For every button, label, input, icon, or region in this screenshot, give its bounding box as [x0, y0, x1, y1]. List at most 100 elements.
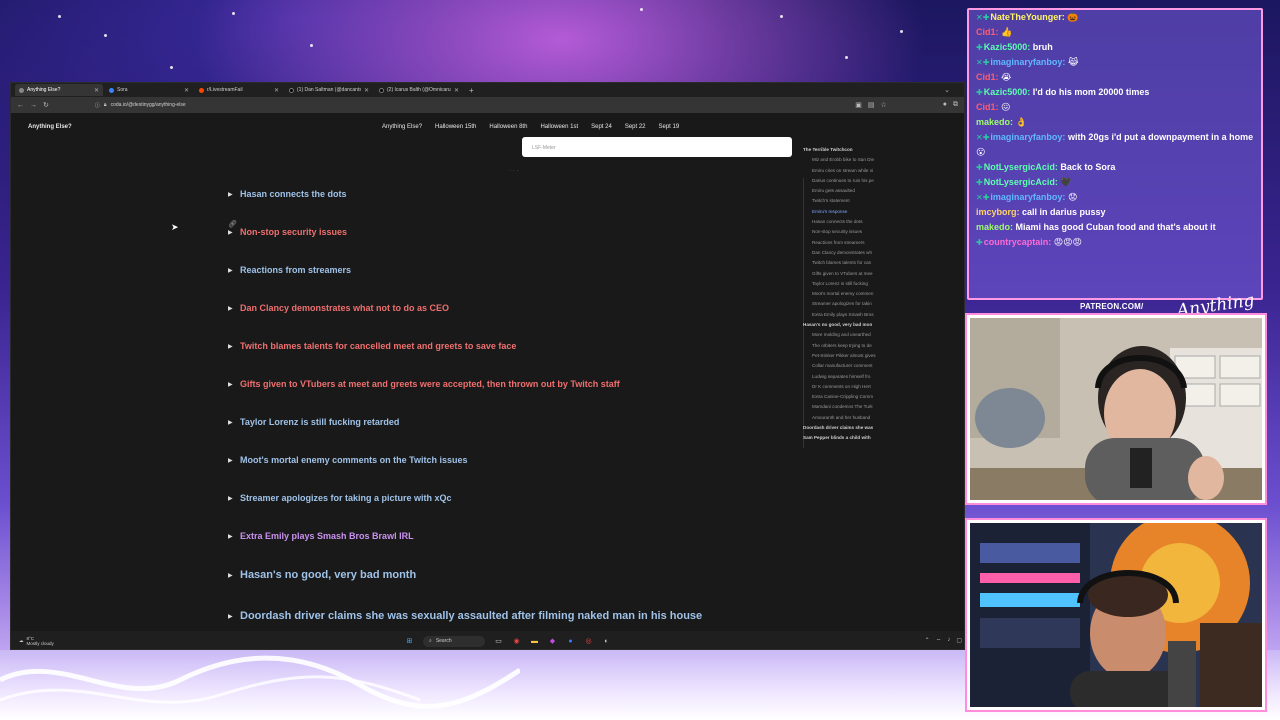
nav-halloween-1st[interactable]: Halloween 1st — [540, 124, 578, 130]
back-arrow-icon[interactable]: ← — [17, 102, 24, 109]
embedded-search-box[interactable]: LSF-Meter — [522, 137, 792, 157]
app-icon[interactable]: ◆ — [548, 637, 557, 646]
nav-halloween-8th[interactable]: Halloween 8th — [489, 124, 527, 130]
forward-arrow-icon[interactable]: → — [30, 102, 37, 109]
collapsible-entry[interactable]: ▶ Moot's mortal enemy comments on the Twi… — [228, 455, 468, 465]
close-icon[interactable]: ✕ — [454, 87, 459, 94]
collapsible-entry[interactable]: ▶ Twitch blames talents for cancelled mee… — [228, 341, 516, 351]
collapsible-entry[interactable]: ▶ Hasan connects the dots — [228, 189, 347, 199]
close-icon[interactable]: ✕ — [94, 87, 99, 94]
chrome-icon[interactable]: ◉ — [512, 637, 521, 646]
tab-livestreamfail[interactable]: r/LivestreamFail ✕ — [195, 84, 283, 96]
toc-item[interactable]: Emiru gets assaulted — [803, 186, 903, 196]
star-icon[interactable]: ☆ — [880, 101, 886, 109]
toc-item[interactable]: Dr K comments on High Hert — [803, 382, 903, 392]
collapsible-entry[interactable]: ▶ Gifts given to VTubers at meet and gree… — [228, 379, 620, 389]
toc-item[interactable]: Dan Clancy demonstrates wh — [803, 248, 903, 258]
entry-title[interactable]: Hasan connects the dots — [240, 189, 347, 199]
toc-item[interactable]: Extra Emily plays Smash Bros — [803, 310, 903, 320]
collapsible-entry[interactable]: ▶ Streamer apologizes for taking a pictur… — [228, 493, 452, 503]
chevron-down-icon[interactable]: ⌄ — [944, 86, 950, 94]
close-icon[interactable]: ✕ — [274, 87, 279, 94]
collapsible-entry[interactable]: ▶ Reactions from streamers — [228, 265, 351, 275]
toc-item[interactable]: Miz and Erobb bike to San Die — [803, 155, 903, 165]
file-explorer-icon[interactable]: ▬ — [530, 637, 539, 646]
extension-icon[interactable]: ⧉ — [953, 101, 958, 109]
entry-title[interactable]: Extra Emily plays Smash Bros Brawl IRL — [240, 531, 414, 541]
profile-icon[interactable]: ● — [943, 101, 947, 109]
cast-icon[interactable]: ▣ — [855, 101, 862, 109]
toc-item[interactable]: Twitch blames talents for can — [803, 258, 903, 268]
taskbar-search[interactable]: ⌕ Search — [423, 635, 485, 647]
entry-title[interactable]: Taylor Lorenz is still fucking retarded — [240, 417, 399, 427]
notification-icon[interactable]: ▢ — [956, 637, 962, 645]
network-icon[interactable]: ⌔ — [936, 637, 942, 645]
toc-item[interactable]: Gifts given to VTubers at mee — [803, 269, 903, 279]
entry-title[interactable]: Non-stop security issues — [240, 227, 347, 237]
expand-triangle-icon[interactable]: ▶ — [228, 533, 234, 540]
entry-title[interactable]: Dan Clancy demonstrates what not to do a… — [240, 303, 449, 313]
app-icon[interactable]: ◐ — [602, 637, 611, 646]
nav-sept-22[interactable]: Sept 22 — [625, 124, 646, 130]
entry-title[interactable]: Hasan's no good, very bad month — [240, 569, 416, 581]
toc-item[interactable]: Hasan's no good, very bad mon — [803, 320, 903, 330]
tab-icarus-balth[interactable]: (2) Icarus Balth (@Omnicarus ✕ — [375, 84, 463, 96]
toc-item[interactable]: The Terrible Twitchcon — [803, 145, 903, 155]
expand-triangle-icon[interactable]: ▶ — [228, 495, 234, 502]
toc-item[interactable]: Hasan connects the dots — [803, 217, 903, 227]
reader-icon[interactable]: ▤ — [868, 101, 875, 109]
expand-triangle-icon[interactable]: ▶ — [228, 613, 234, 620]
toc-item[interactable]: Extra Canine-Crippling Comm — [803, 392, 903, 402]
windows-start-icon[interactable]: ⊞ — [405, 637, 414, 646]
toc-item[interactable]: Streamer apologizes for takin — [803, 299, 903, 309]
tab-dan-saltman[interactable]: (1) Dan Saltman (@dancantstop ✕ — [285, 84, 373, 96]
url-field[interactable]: ⓘ 🔒︎ coda.io/@destinygg/anything-else — [95, 102, 186, 109]
task-view-icon[interactable]: ▭ — [494, 637, 503, 646]
toc-item[interactable]: Ludwig separates himself fro — [803, 372, 903, 382]
expand-triangle-icon[interactable]: ▶ — [228, 305, 234, 312]
app-icon[interactable]: ◎ — [584, 637, 593, 646]
expand-triangle-icon[interactable]: ▶ — [228, 191, 234, 198]
entry-title[interactable]: Gifts given to VTubers at meet and greet… — [240, 379, 620, 389]
tab-anything-else[interactable]: Anything Else? ✕ — [15, 84, 103, 96]
toc-item[interactable]: Taylor Lorenz is still fucking — [803, 279, 903, 289]
toc-item[interactable]: Emiru's response — [803, 207, 903, 217]
entry-title[interactable]: Doordash driver claims she was sexually … — [240, 610, 702, 622]
expand-triangle-icon[interactable]: ▶ — [228, 343, 234, 350]
collapsible-entry[interactable]: ▶ Taylor Lorenz is still fucking retarded — [228, 417, 399, 427]
weather-widget[interactable]: ☁︎ 8°C Mostly cloudy — [19, 636, 54, 646]
app-icon[interactable]: ● — [566, 637, 575, 646]
collapsible-entry[interactable]: ▶ Doordash driver claims she was sexually… — [228, 610, 702, 622]
reload-icon[interactable]: ↻ — [43, 101, 49, 109]
expand-triangle-icon[interactable]: ▶ — [228, 419, 234, 426]
tab-sora[interactable]: Sora ✕ — [105, 84, 193, 96]
expand-triangle-icon[interactable]: ▶ — [228, 457, 234, 464]
toc-item[interactable]: The orbiters keep trying to de — [803, 341, 903, 351]
toc-item[interactable]: More molding and unearthed — [803, 330, 903, 340]
close-icon[interactable]: ✕ — [184, 87, 189, 94]
entry-title[interactable]: Moot's mortal enemy comments on the Twit… — [240, 455, 468, 465]
toc-item[interactable]: Doordash driver claims she was — [803, 423, 903, 433]
collapsible-entry[interactable]: ▶ Extra Emily plays Smash Bros Brawl IRL — [228, 531, 414, 541]
nav-anything-else[interactable]: Anything Else? — [382, 124, 422, 130]
toc-item[interactable]: Reactions from streamers — [803, 238, 903, 248]
toc-item[interactable]: Collar manufacturer comment — [803, 361, 903, 371]
nav-sept-24[interactable]: Sept 24 — [591, 124, 612, 130]
toc-item[interactable]: Non-stop security issues — [803, 227, 903, 237]
entry-title[interactable]: Streamer apologizes for taking a picture… — [240, 493, 452, 503]
toc-item[interactable]: Sam Pepper blinds a child with — [803, 433, 903, 443]
toc-item[interactable]: Moot's mortal enemy commen — [803, 289, 903, 299]
site-info-icon[interactable]: ⓘ — [95, 102, 100, 109]
toc-item[interactable]: Emiru cries on stream while vi — [803, 166, 903, 176]
expand-triangle-icon[interactable]: ▶ — [228, 267, 234, 274]
toc-item[interactable]: Amouranth and her husband — [803, 413, 903, 423]
collapsible-entry[interactable]: ▶ Non-stop security issues — [228, 227, 347, 237]
site-title[interactable]: Anything Else? — [28, 124, 72, 130]
new-tab-button[interactable]: + — [469, 86, 474, 95]
entry-title[interactable]: Reactions from streamers — [240, 265, 351, 275]
expand-triangle-icon[interactable]: ▶ — [228, 229, 234, 236]
toc-item[interactable]: Twitch's statement — [803, 196, 903, 206]
expand-triangle-icon[interactable]: ▶ — [228, 572, 234, 579]
chevron-up-icon[interactable]: ⌃ — [925, 637, 930, 645]
toc-item[interactable]: Darius continues to ruin his pe — [803, 176, 903, 186]
